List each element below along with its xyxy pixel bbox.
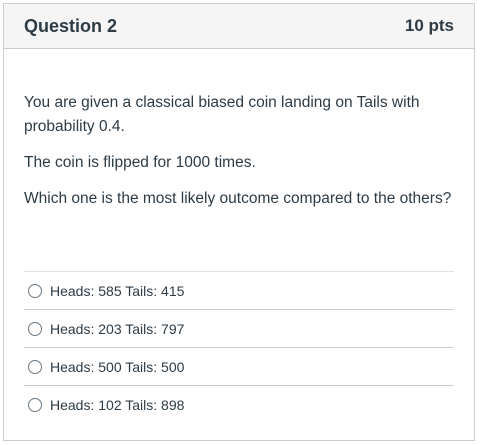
answer-option[interactable]: Heads: 500 Tails: 500 <box>24 347 454 385</box>
answer-option[interactable]: Heads: 585 Tails: 415 <box>24 271 454 309</box>
question-paragraph: Which one is the most likely outcome com… <box>24 190 452 207</box>
radio-button[interactable] <box>28 359 42 374</box>
question-header: Question 2 10 pts <box>4 4 474 49</box>
question-card: Question 2 10 pts You are given a classi… <box>3 3 475 441</box>
radio-button[interactable] <box>28 283 42 298</box>
answer-label[interactable]: Heads: 585 Tails: 415 <box>50 283 184 299</box>
answer-option[interactable]: Heads: 203 Tails: 797 <box>24 309 454 347</box>
question-paragraph: You are given a classical biased coin la… <box>24 94 420 135</box>
answer-label[interactable]: Heads: 500 Tails: 500 <box>50 359 184 375</box>
radio-button[interactable] <box>28 321 42 336</box>
answer-label[interactable]: Heads: 203 Tails: 797 <box>50 321 184 337</box>
question-points: 10 pts <box>404 16 454 35</box>
answer-label[interactable]: Heads: 102 Tails: 898 <box>50 397 184 413</box>
answer-list: Heads: 585 Tails: 415 Heads: 203 Tails: … <box>24 271 454 423</box>
answer-option[interactable]: Heads: 102 Tails: 898 <box>24 385 454 423</box>
question-paragraph: The coin is flipped for 1000 times. <box>24 154 256 171</box>
question-title: Question 2 <box>24 15 118 36</box>
radio-button[interactable] <box>28 397 42 412</box>
question-text: You are given a classical biased coin la… <box>4 49 474 211</box>
